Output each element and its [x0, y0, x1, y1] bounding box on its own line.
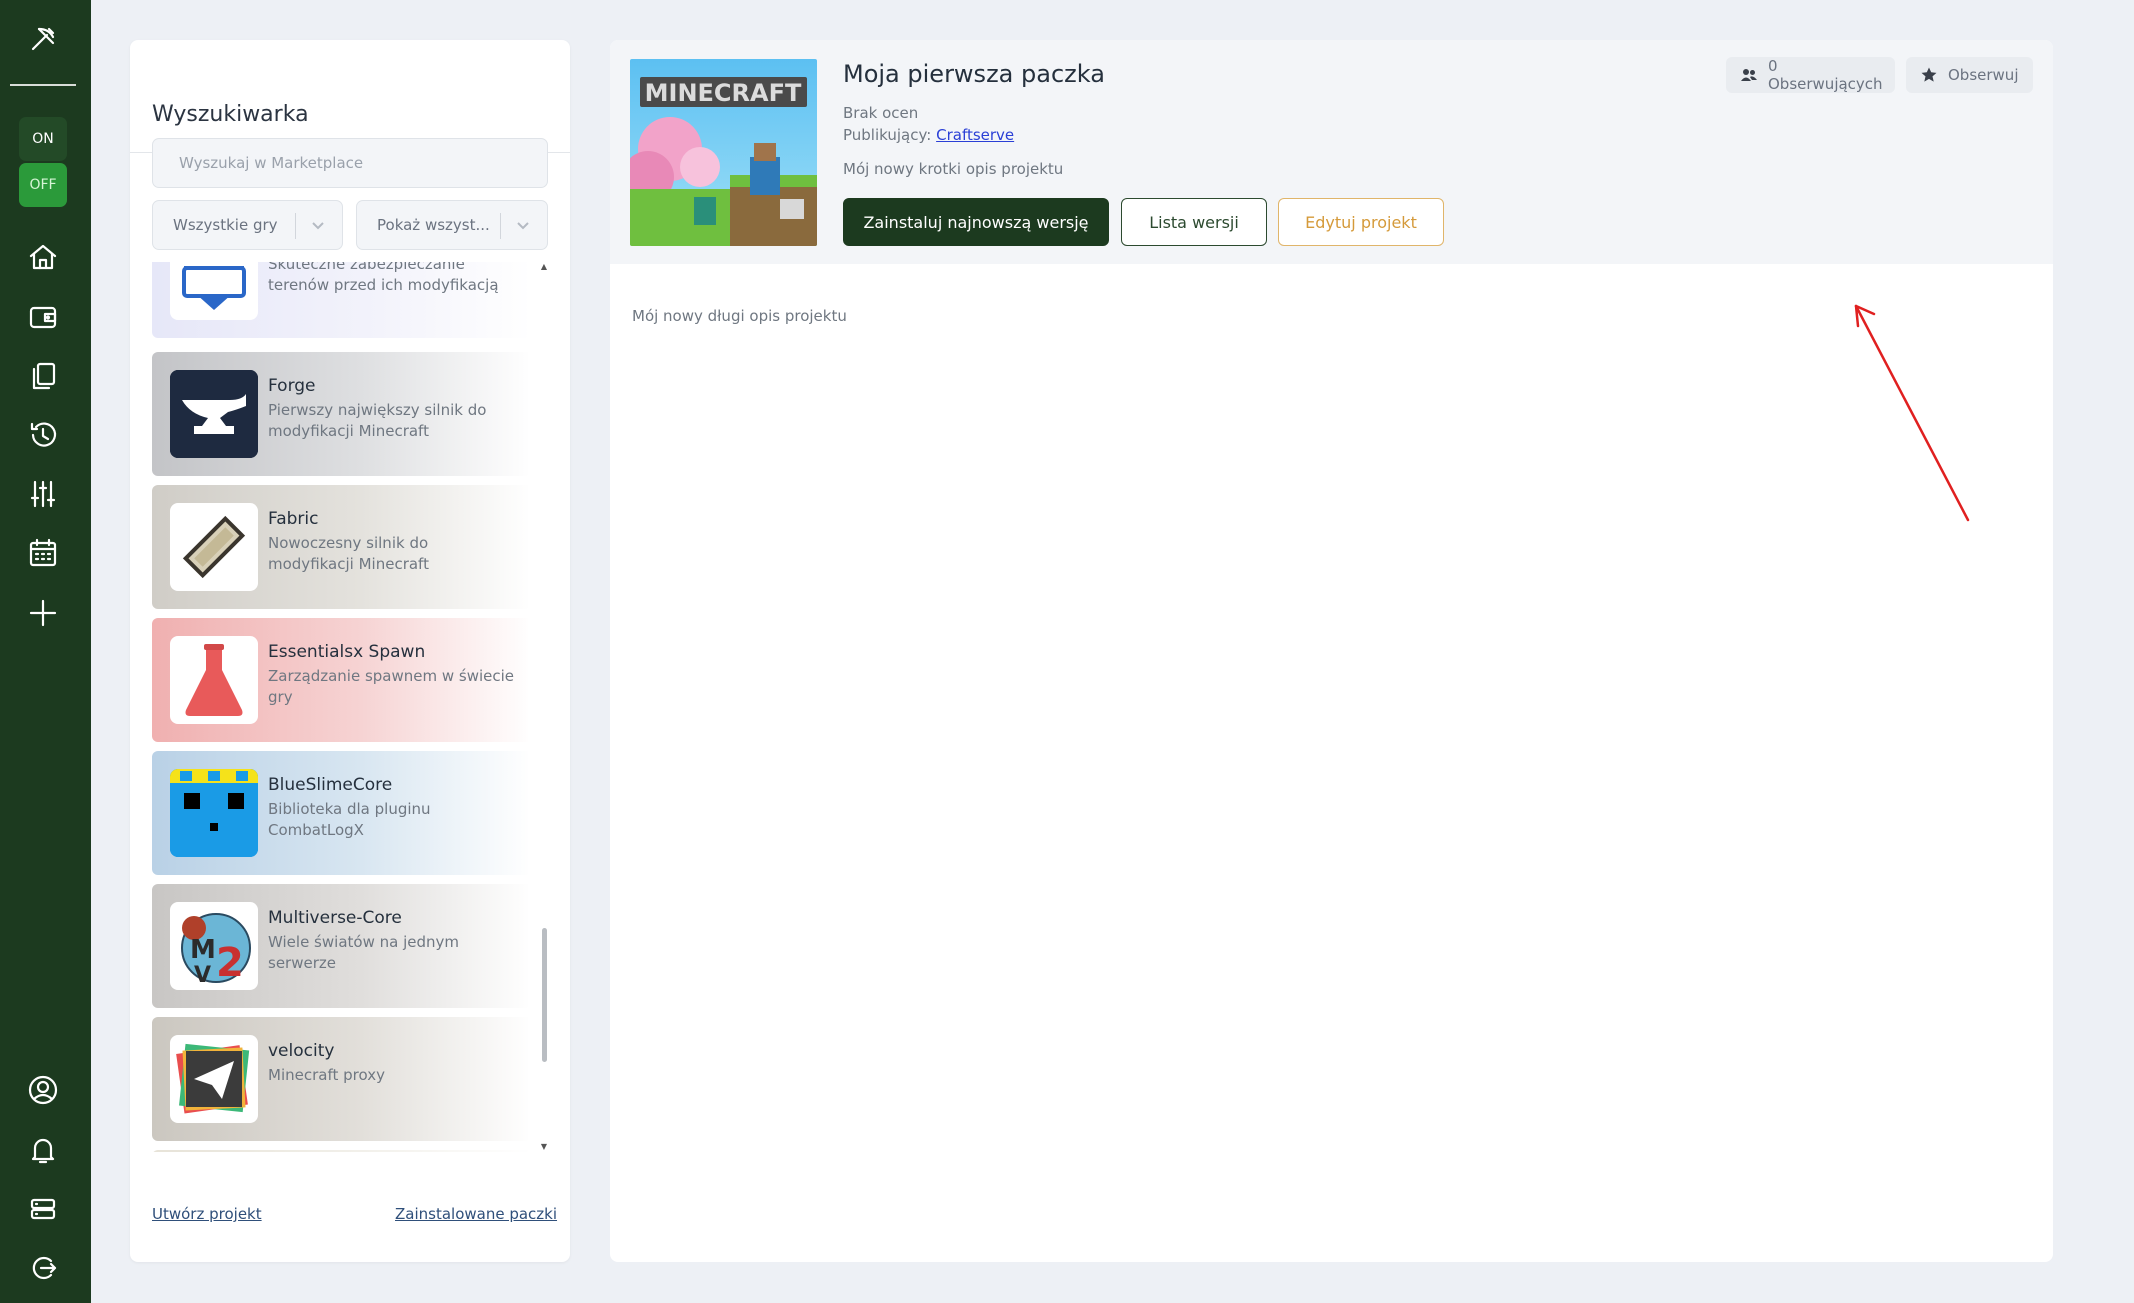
flask-icon [170, 636, 258, 724]
search-panel: Wyszukiwarka Wszystkie gry Pokaż wszyst.… [130, 40, 570, 1262]
sliders-icon[interactable] [19, 472, 67, 516]
project-cover-image: MINECRAFT [630, 59, 817, 246]
list-item-desc: Pierwszy największy silnik do modyfikacj… [268, 401, 487, 440]
server-on-toggle[interactable]: ON [19, 117, 67, 161]
calendar-icon[interactable] [19, 531, 67, 575]
rail-divider [10, 84, 76, 86]
cover-logo-text: MINECRAFT [645, 79, 802, 107]
project-header: MINECRAFT Moja pierwsza paczka Brak ocen… [610, 40, 2053, 264]
bell-icon[interactable] [19, 1128, 67, 1172]
create-project-link[interactable]: Utwórz projekt [152, 1205, 262, 1223]
select-divider [500, 213, 501, 239]
list-item[interactable]: Essentialsx Spawn Zarządzanie spawnem w … [152, 618, 528, 742]
followers-chip[interactable]: 0 Obserwujących [1726, 57, 1895, 93]
games-select-value: Wszystkie gry [173, 216, 278, 234]
list-item[interactable]: BlueSlimeCore Biblioteka dla pluginu Com… [152, 751, 528, 875]
install-latest-button[interactable]: Zainstaluj najnowszą wersję [843, 198, 1109, 246]
users-icon [1741, 69, 1757, 81]
list-item[interactable]: Skuteczne zabezpieczanie terenów przed i… [152, 262, 528, 338]
publisher-row: Publikujący: Craftserve [843, 126, 1014, 144]
publisher-label: Publikujący: [843, 126, 932, 144]
pickaxe-logo-icon[interactable] [19, 17, 67, 61]
project-panel: MINECRAFT Moja pierwsza paczka Brak ocen… [610, 40, 2053, 1262]
svg-text:2: 2 [216, 940, 244, 986]
list-scrollbar[interactable]: ▲ ▼ [540, 262, 548, 1152]
list-item-name: Multiverse-Core [268, 908, 402, 928]
slime-icon [170, 769, 258, 857]
games-select[interactable]: Wszystkie gry [152, 200, 343, 250]
list-item-desc: Zarządzanie spawnem w świecie gry [268, 667, 515, 706]
edit-project-button[interactable]: Edytuj projekt [1278, 198, 1444, 246]
short-description: Mój nowy krotki opis projektu [843, 160, 1064, 178]
follow-label: Obserwuj [1948, 66, 2019, 84]
list-item[interactable]: Fabric Nowoczesny silnik do modyfikacji … [152, 485, 528, 609]
server-icon[interactable] [19, 1187, 67, 1231]
anvil-icon [170, 370, 258, 458]
ratings-text: Brak ocen [843, 104, 919, 122]
search-panel-title: Wyszukiwarka [152, 102, 309, 127]
copy-icon[interactable] [19, 354, 67, 398]
chevron-down-icon [310, 217, 326, 233]
annotation-arrow [1854, 304, 1970, 522]
select-divider [295, 213, 296, 239]
list-item[interactable]: velocity Minecraft proxy [152, 1017, 528, 1141]
list-item-name: Forge [268, 376, 316, 396]
wallet-icon[interactable] [19, 295, 67, 339]
fabric-icon [170, 503, 258, 591]
scroll-down-arrow-icon[interactable]: ▼ [540, 1142, 548, 1151]
list-item-name: Fabric [268, 509, 319, 529]
show-filter-value: Pokaż wszyst... [377, 216, 490, 234]
list-item-desc: Nowoczesny silnik do modyfikacji Minecra… [268, 534, 429, 573]
scroll-up-arrow-icon[interactable]: ▲ [540, 262, 548, 271]
publisher-link[interactable]: Craftserve [936, 126, 1014, 144]
chevron-down-icon [515, 217, 531, 233]
follow-button[interactable]: Obserwuj [1906, 57, 2033, 93]
installed-packages-link[interactable]: Zainstalowane paczki [395, 1205, 557, 1223]
logout-icon[interactable] [19, 1246, 67, 1290]
project-list[interactable]: Skuteczne zabezpieczanie terenów przed i… [152, 262, 528, 1152]
show-filter-select[interactable]: Pokaż wszyst... [356, 200, 548, 250]
list-item-desc: Minecraft proxy [268, 1066, 385, 1084]
list-item-desc: Wiele światów na jednym serwerze [268, 933, 459, 972]
star-icon [1921, 67, 1937, 82]
list-item-desc: Skuteczne zabezpieczanie terenów przed i… [268, 262, 499, 294]
home-icon[interactable] [19, 235, 67, 279]
paper-plane-icon [170, 1035, 258, 1123]
shield-icon [170, 262, 258, 320]
svg-text:V: V [194, 963, 211, 988]
list-item-name: Essentialsx Spawn [268, 642, 426, 662]
list-item-desc: Biblioteka dla pluginu CombatLogX [268, 800, 431, 839]
mv2-icon: MV2 [170, 902, 258, 990]
list-item[interactable] [152, 1150, 528, 1152]
list-item-name: BlueSlimeCore [268, 775, 393, 795]
user-icon[interactable] [19, 1068, 67, 1112]
side-rail: ON OFF [0, 0, 91, 1303]
followers-count: 0 Obserwujących [1768, 57, 1883, 93]
list-item[interactable]: Forge Pierwszy największy silnik do mody… [152, 352, 528, 476]
history-icon[interactable] [19, 413, 67, 457]
server-off-toggle[interactable]: OFF [19, 163, 67, 207]
scrollbar-thumb[interactable] [542, 928, 547, 1062]
list-item-name: velocity [268, 1041, 335, 1061]
marketplace-search-input[interactable] [152, 138, 548, 188]
svg-text:M: M [190, 935, 216, 965]
versions-list-button[interactable]: Lista wersji [1121, 198, 1267, 246]
project-title: Moja pierwsza paczka [843, 60, 1105, 88]
list-item[interactable]: MV2 Multiverse-Core Wiele światów na jed… [152, 884, 528, 1008]
plus-icon[interactable] [19, 591, 67, 635]
long-description: Mój nowy długi opis projektu [632, 307, 847, 325]
